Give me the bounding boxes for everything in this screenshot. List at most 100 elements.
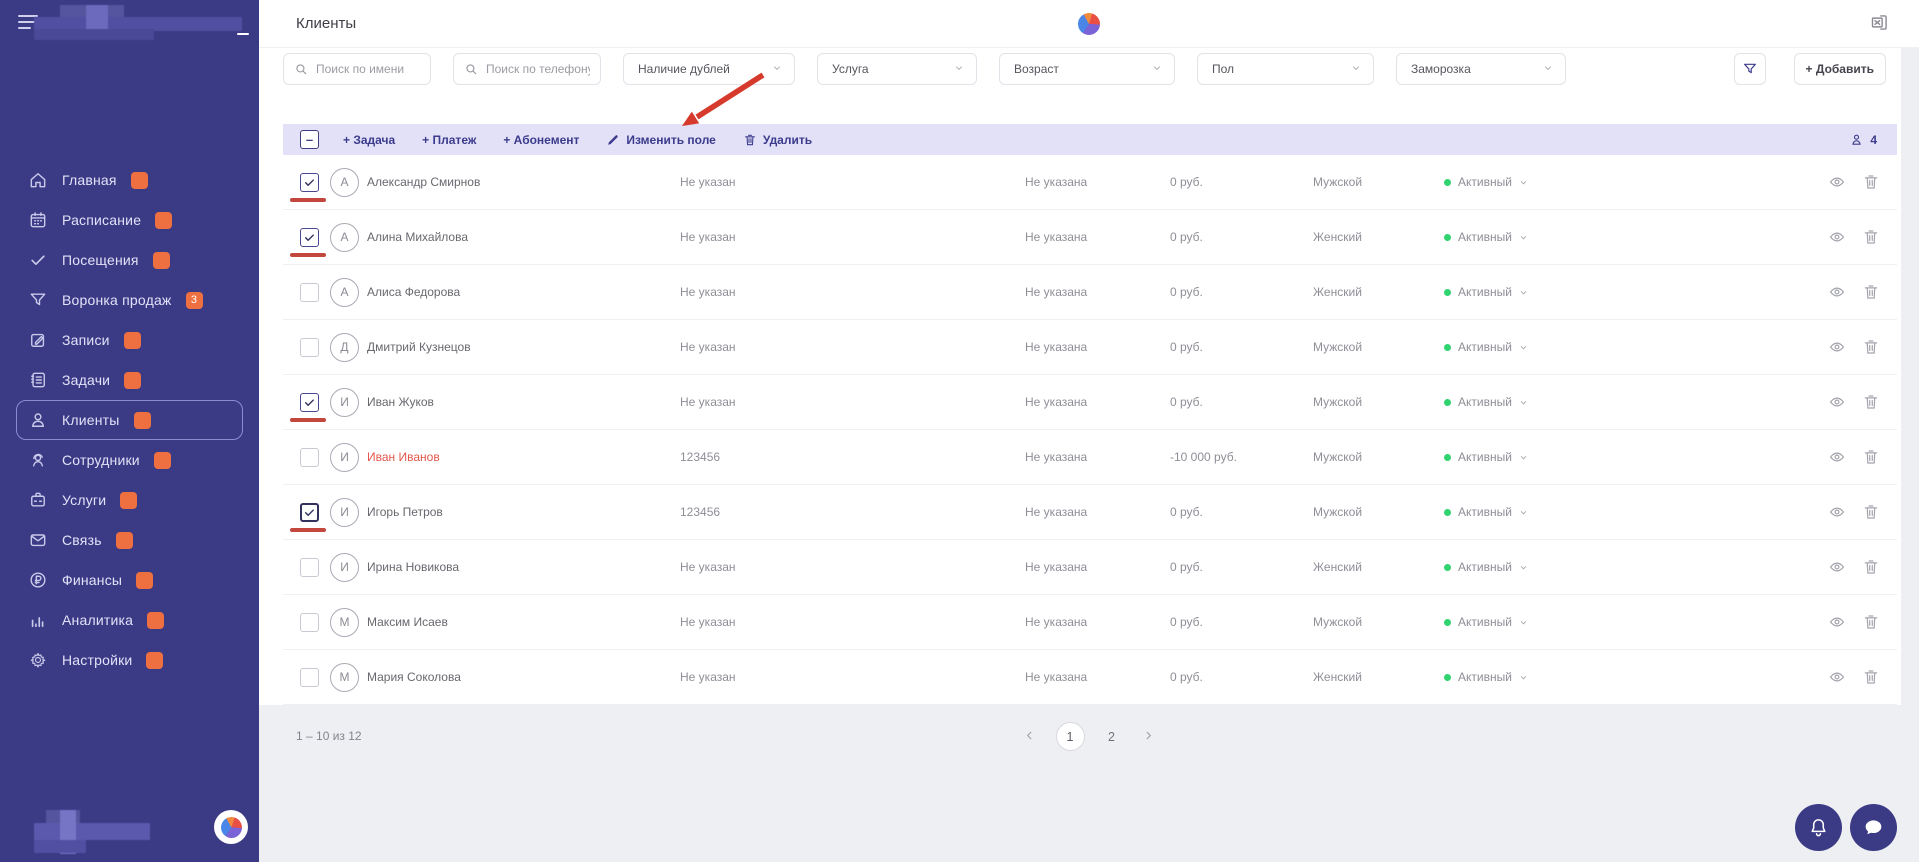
search-by-name-input[interactable] bbox=[316, 62, 420, 76]
view-button[interactable] bbox=[1827, 283, 1846, 302]
status-badge[interactable]: Активный bbox=[1444, 230, 1808, 244]
delete-button[interactable]: Удалить bbox=[743, 133, 812, 147]
sidebar-item-analytics[interactable]: Аналитика bbox=[16, 600, 243, 640]
client-name[interactable]: Дмитрий Кузнецов bbox=[367, 340, 680, 354]
client-name[interactable]: Иван Жуков bbox=[367, 395, 680, 409]
row-checkbox[interactable] bbox=[300, 667, 319, 687]
sidebar-item-check[interactable]: Посещения bbox=[16, 240, 243, 280]
status-badge[interactable]: Активный bbox=[1444, 615, 1808, 629]
status-badge[interactable]: Активный bbox=[1444, 285, 1808, 299]
table-row[interactable]: М Мария Соколова Не указан Не указана 0 … bbox=[283, 650, 1897, 705]
trash-icon bbox=[1864, 174, 1877, 189]
advanced-filter-button[interactable] bbox=[1733, 53, 1766, 85]
row-checkbox[interactable] bbox=[290, 502, 326, 532]
export-excel-button[interactable] bbox=[1867, 12, 1891, 36]
filter-dropdown-5[interactable]: Заморозка bbox=[1396, 53, 1566, 85]
delete-row-button[interactable] bbox=[1861, 448, 1880, 467]
sidebar-item-tasks[interactable]: Задачи bbox=[16, 360, 243, 400]
filter-dropdown-1[interactable]: Наличие дублей bbox=[623, 53, 795, 85]
delete-row-button[interactable] bbox=[1861, 558, 1880, 577]
sidebar-item-mail[interactable]: Связь bbox=[16, 520, 243, 560]
row-checkbox[interactable] bbox=[300, 282, 319, 302]
row-checkbox[interactable] bbox=[290, 392, 326, 422]
client-name[interactable]: Ирина Новикова bbox=[367, 560, 680, 574]
client-name[interactable]: Иван Иванов bbox=[367, 450, 680, 464]
status-badge[interactable]: Активный bbox=[1444, 450, 1808, 464]
delete-row-button[interactable] bbox=[1861, 283, 1880, 302]
view-button[interactable] bbox=[1827, 613, 1846, 632]
row-checkbox[interactable] bbox=[290, 227, 326, 257]
sidebar-item-home[interactable]: Главная bbox=[16, 160, 243, 200]
table-row[interactable]: И Иван Иванов 123456 Не указана -10 000 … bbox=[283, 430, 1897, 485]
sidebar-item-staff[interactable]: Сотрудники bbox=[16, 440, 243, 480]
footer-area: 1 – 10 из 12 12 bbox=[259, 705, 1919, 862]
view-button[interactable] bbox=[1827, 393, 1846, 412]
view-button[interactable] bbox=[1827, 503, 1846, 522]
client-name[interactable]: Алина Михайлова bbox=[367, 230, 680, 244]
next-page-button[interactable] bbox=[1139, 727, 1159, 747]
status-dot bbox=[1444, 288, 1451, 296]
edit-field-button[interactable]: Изменить поле bbox=[606, 133, 716, 147]
add-payment-button[interactable]: + Платеж bbox=[422, 133, 476, 147]
search-by-name-field[interactable] bbox=[283, 53, 431, 85]
client-name[interactable]: Мария Соколова bbox=[367, 670, 680, 684]
sidebar-item-funnel[interactable]: Воронка продаж 3 bbox=[16, 280, 243, 320]
notifications-button[interactable] bbox=[1795, 804, 1842, 851]
status-badge[interactable]: Активный bbox=[1444, 505, 1808, 519]
view-button[interactable] bbox=[1827, 228, 1846, 247]
status-badge[interactable]: Активный bbox=[1444, 175, 1808, 189]
table-row[interactable]: А Алина Михайлова Не указан Не указана 0… bbox=[283, 210, 1897, 265]
delete-row-button[interactable] bbox=[1861, 228, 1880, 247]
client-name[interactable]: Максим Исаев bbox=[367, 615, 680, 629]
table-row[interactable]: И Иван Жуков Не указан Не указана 0 руб.… bbox=[283, 375, 1897, 430]
sidebar-item-settings[interactable]: Настройки bbox=[16, 640, 243, 680]
search-by-phone-field[interactable] bbox=[453, 53, 601, 85]
delete-row-button[interactable] bbox=[1861, 393, 1880, 412]
view-button[interactable] bbox=[1827, 668, 1846, 687]
row-checkbox[interactable] bbox=[300, 557, 319, 577]
chat-button[interactable] bbox=[1850, 804, 1897, 851]
sidebar-item-edit[interactable]: Записи bbox=[16, 320, 243, 360]
sidebar-item-services[interactable]: Услуги bbox=[16, 480, 243, 520]
delete-row-button[interactable] bbox=[1861, 668, 1880, 687]
delete-row-button[interactable] bbox=[1861, 173, 1880, 192]
view-button[interactable] bbox=[1827, 448, 1846, 467]
filter-dropdown-3[interactable]: Возраст bbox=[999, 53, 1175, 85]
table-row[interactable]: Д Дмитрий Кузнецов Не указан Не указана … bbox=[283, 320, 1897, 375]
page-button-2[interactable]: 2 bbox=[1101, 722, 1123, 751]
prev-page-button[interactable] bbox=[1020, 727, 1040, 747]
table-row[interactable]: М Максим Исаев Не указан Не указана 0 ру… bbox=[283, 595, 1897, 650]
status-badge[interactable]: Активный bbox=[1444, 395, 1808, 409]
select-all-checkbox[interactable]: – bbox=[300, 130, 319, 149]
table-row[interactable]: И Ирина Новикова Не указан Не указана 0 … bbox=[283, 540, 1897, 595]
table-row[interactable]: И Игорь Петров 123456 Не указана 0 руб. … bbox=[283, 485, 1897, 540]
client-name[interactable]: Игорь Петров bbox=[367, 505, 680, 519]
add-client-button[interactable]: + Добавить bbox=[1793, 53, 1886, 85]
status-badge[interactable]: Активный bbox=[1444, 340, 1808, 354]
sidebar-item-finance[interactable]: Финансы bbox=[16, 560, 243, 600]
delete-row-button[interactable] bbox=[1861, 338, 1880, 357]
sidebar-item-clients[interactable]: Клиенты bbox=[16, 400, 243, 440]
delete-row-button[interactable] bbox=[1861, 613, 1880, 632]
row-checkbox[interactable] bbox=[300, 447, 319, 467]
filter-dropdown-2[interactable]: Услуга bbox=[817, 53, 977, 85]
client-name[interactable]: Александр Смирнов bbox=[367, 175, 680, 189]
row-checkbox[interactable] bbox=[300, 337, 319, 357]
status-badge[interactable]: Активный bbox=[1444, 560, 1808, 574]
view-button[interactable] bbox=[1827, 338, 1846, 357]
row-checkbox[interactable] bbox=[290, 172, 326, 202]
table-row[interactable]: А Александр Смирнов Не указан Не указана… bbox=[283, 155, 1897, 210]
search-by-phone-input[interactable] bbox=[486, 62, 590, 76]
add-task-button[interactable]: + Задача bbox=[343, 133, 395, 147]
filter-dropdown-4[interactable]: Пол bbox=[1197, 53, 1374, 85]
view-button[interactable] bbox=[1827, 558, 1846, 577]
view-button[interactable] bbox=[1827, 173, 1846, 192]
delete-row-button[interactable] bbox=[1861, 503, 1880, 522]
status-badge[interactable]: Активный bbox=[1444, 670, 1808, 684]
table-row[interactable]: А Алиса Федорова Не указан Не указана 0 … bbox=[283, 265, 1897, 320]
sidebar-item-calendar[interactable]: Расписание bbox=[16, 200, 243, 240]
page-button-1[interactable]: 1 bbox=[1055, 722, 1085, 751]
add-subscription-button[interactable]: + Абонемент bbox=[503, 133, 579, 147]
client-name[interactable]: Алиса Федорова bbox=[367, 285, 680, 299]
row-checkbox[interactable] bbox=[300, 612, 319, 632]
